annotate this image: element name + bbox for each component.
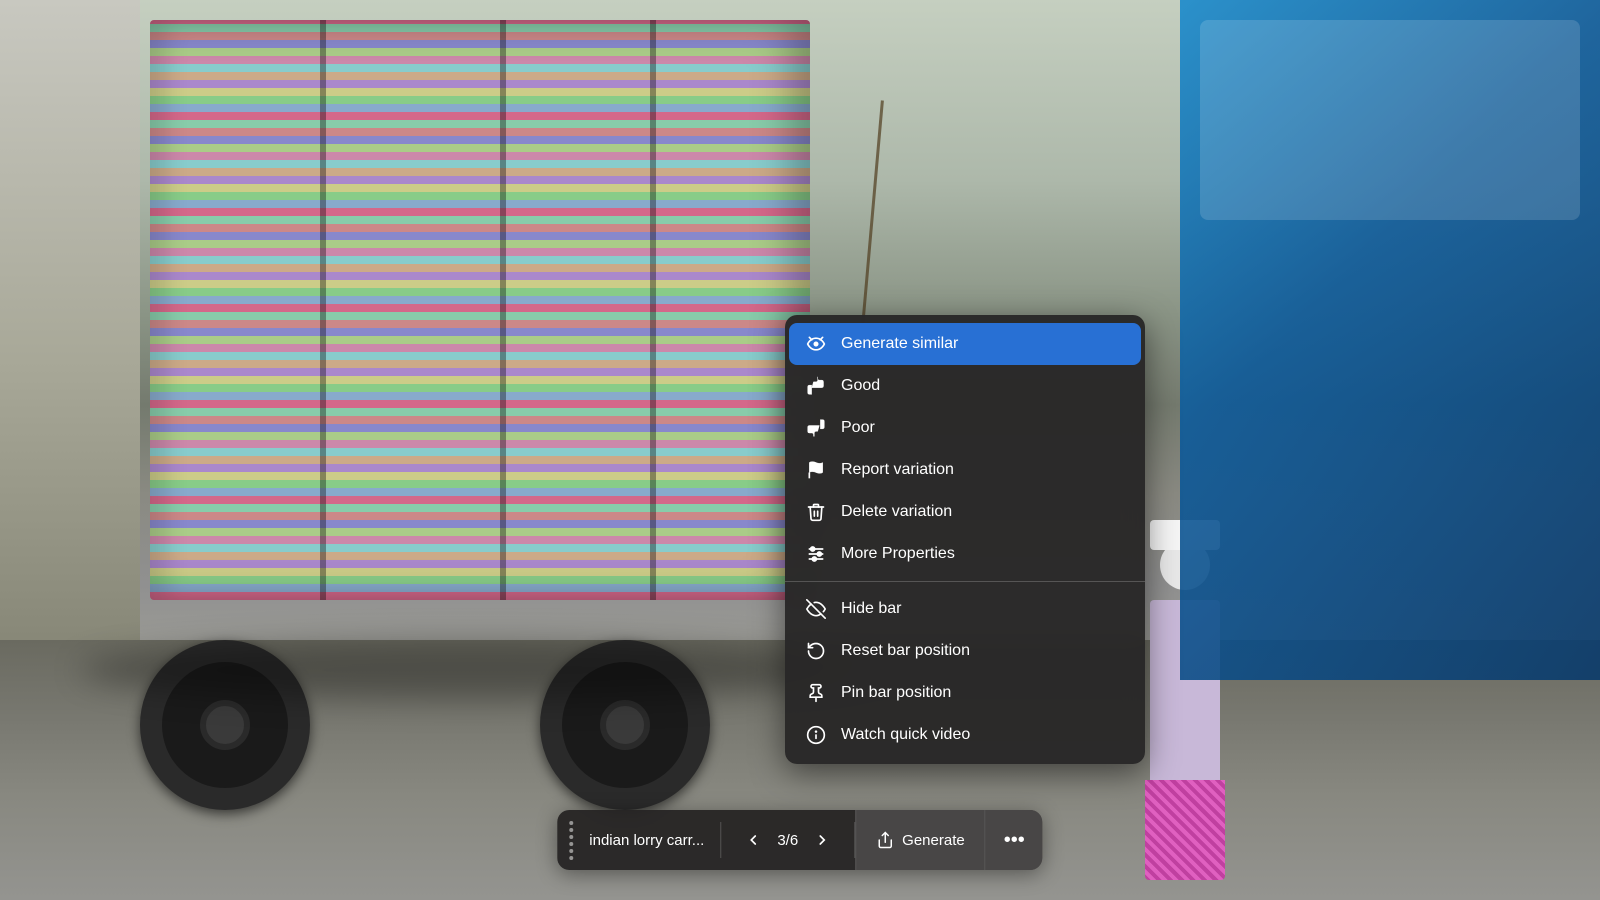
- more-options-label: •••: [1004, 829, 1025, 852]
- generate-button-label: Generate: [902, 832, 965, 849]
- menu-label-watch-quick-video: Watch quick video: [841, 726, 970, 744]
- menu-label-more-properties: More Properties: [841, 545, 955, 563]
- menu-label-delete-variation: Delete variation: [841, 503, 952, 521]
- bale-divider-3: [650, 20, 656, 600]
- menu-item-reset-bar-position[interactable]: Reset bar position: [785, 630, 1145, 672]
- menu-item-poor[interactable]: Poor: [785, 407, 1145, 449]
- truck-shadow: [80, 640, 860, 700]
- menu-item-more-properties[interactable]: More Properties: [785, 533, 1145, 575]
- menu-item-hide-bar[interactable]: Hide bar: [785, 588, 1145, 630]
- menu-label-report-variation: Report variation: [841, 461, 954, 479]
- bale-divider-1: [320, 20, 326, 600]
- cargo-bales: [150, 20, 810, 600]
- menu-label-good: Good: [841, 377, 880, 395]
- menu-item-watch-quick-video[interactable]: Watch quick video: [785, 714, 1145, 756]
- menu-label-generate-similar: Generate similar: [841, 335, 958, 353]
- prev-button[interactable]: [737, 828, 769, 852]
- drag-dot: [569, 856, 573, 860]
- bale-divider-2: [500, 20, 506, 600]
- thumbs-down-icon: [805, 417, 827, 439]
- menu-divider: [785, 581, 1145, 582]
- hide-bar-icon: [805, 598, 827, 620]
- reset-icon: [805, 640, 827, 662]
- menu-item-generate-similar[interactable]: Generate similar: [789, 323, 1141, 365]
- drag-dot: [569, 849, 573, 853]
- pin-icon: [805, 682, 827, 704]
- generate-similar-icon: [805, 333, 827, 355]
- next-button[interactable]: [806, 828, 838, 852]
- menu-label-poor: Poor: [841, 419, 875, 437]
- auto-rickshaw: [1180, 0, 1600, 680]
- sliders-icon: [805, 543, 827, 565]
- drag-dot: [569, 835, 573, 839]
- toolbar-counter: 3/6: [777, 832, 798, 849]
- menu-label-pin-bar-position: Pin bar position: [841, 684, 951, 702]
- menu-item-pin-bar-position[interactable]: Pin bar position: [785, 672, 1145, 714]
- trash-icon: [805, 501, 827, 523]
- menu-label-reset-bar-position: Reset bar position: [841, 642, 970, 660]
- toolbar-navigation: 3/6: [721, 828, 854, 852]
- context-menu: Generate similar Good Poor Report variat…: [785, 315, 1145, 764]
- menu-label-hide-bar: Hide bar: [841, 600, 901, 618]
- drag-dot: [569, 821, 573, 825]
- toolbar-prompt-text: indian lorry carr...: [585, 832, 720, 849]
- more-options-button[interactable]: •••: [985, 810, 1043, 870]
- flag-icon: [805, 459, 827, 481]
- menu-item-delete-variation[interactable]: Delete variation: [785, 491, 1145, 533]
- menu-item-report-variation[interactable]: Report variation: [785, 449, 1145, 491]
- drag-dot: [569, 842, 573, 846]
- drag-dot: [569, 828, 573, 832]
- bottom-toolbar: indian lorry carr... 3/6 Generate •••: [557, 810, 1042, 870]
- toolbar-drag-handle[interactable]: [557, 821, 585, 860]
- info-icon: [805, 724, 827, 746]
- menu-item-good[interactable]: Good: [785, 365, 1145, 407]
- thumbs-up-icon: [805, 375, 827, 397]
- generate-button[interactable]: Generate: [855, 810, 985, 870]
